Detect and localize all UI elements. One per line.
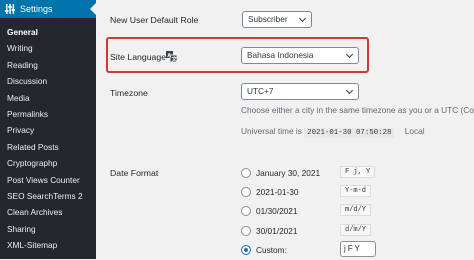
- date-format-option-label: 01/30/2021: [256, 206, 298, 216]
- radio-button[interactable]: [241, 187, 251, 197]
- date-format-code: F j, Y: [340, 166, 376, 178]
- sidebar-settings-label: Settings: [20, 4, 53, 14]
- translate-icon: A 文: [166, 51, 177, 62]
- date-format-code: d/m/Y: [340, 224, 372, 236]
- date-format-option-label: January 30, 2021: [256, 168, 321, 178]
- site-language-select[interactable]: Bahasa Indonesia: [241, 47, 359, 64]
- sidebar-item-clean-archives[interactable]: Clean Archives: [0, 204, 96, 220]
- sidebar-item-related-posts[interactable]: Related Posts: [0, 139, 96, 155]
- sidebar-item-post-views-counter[interactable]: Post Views Counter: [0, 172, 96, 188]
- site-language-value: Bahasa Indonesia: [247, 50, 314, 60]
- chevron-down-icon: [298, 14, 307, 23]
- radio-button-checked[interactable]: [241, 245, 251, 255]
- current-menu-arrow: [90, 3, 96, 15]
- sidebar-item-discussion[interactable]: Discussion: [0, 73, 96, 89]
- admin-sidebar: Settings General Writing Reading Discuss…: [0, 0, 96, 259]
- universal-time-row: Universal time is 2021-01-30 07:50:28 Lo…: [241, 126, 425, 138]
- timezone-value: UTC+7: [247, 86, 274, 96]
- custom-date-format-input[interactable]: j F Y: [340, 241, 376, 257]
- default-role-select[interactable]: Subscriber: [242, 11, 312, 28]
- chevron-down-icon: [345, 50, 354, 59]
- date-format-option-label: 30/01/2021: [256, 226, 298, 236]
- sidebar-item-reading[interactable]: Reading: [0, 57, 96, 73]
- timezone-select[interactable]: UTC+7: [241, 83, 359, 100]
- custom-format-label: Custom:: [256, 245, 287, 255]
- timezone-description: Choose either a city in the same timezon…: [241, 105, 474, 115]
- radio-button[interactable]: [241, 168, 251, 178]
- site-language-label: Site Language: [110, 52, 167, 62]
- universal-time-value: 2021-01-30 07:50:28: [304, 128, 395, 138]
- sidebar-item-permalinks[interactable]: Permalinks: [0, 106, 96, 122]
- sidebar-item-media[interactable]: Media: [0, 90, 96, 106]
- radio-button[interactable]: [241, 226, 251, 236]
- default-role-label: New User Default Role: [110, 15, 199, 25]
- sidebar-item-xml-sitemap[interactable]: XML-Sitemap: [0, 237, 96, 253]
- date-format-code: m/d/Y: [340, 204, 372, 216]
- date-format-label: Date Format: [110, 168, 159, 178]
- settings-submenu: General Writing Reading Discussion Media…: [0, 24, 96, 253]
- timezone-label: Timezone: [110, 88, 148, 98]
- chevron-down-icon: [345, 86, 354, 95]
- local-time-prefix: Local: [404, 126, 425, 136]
- sidebar-item-privacy[interactable]: Privacy: [0, 122, 96, 138]
- universal-time-prefix: Universal time is: [241, 126, 302, 136]
- svg-text:文: 文: [172, 55, 178, 62]
- date-format-option-label: 2021-01-30: [256, 187, 299, 197]
- sidebar-item-seo-searchterms[interactable]: SEO SearchTerms 2: [0, 188, 96, 204]
- date-format-code: Y-m-d: [340, 185, 372, 197]
- settings-sliders-icon: [5, 4, 16, 14]
- sidebar-item-sharing[interactable]: Sharing: [0, 221, 96, 237]
- sidebar-item-cryptographp[interactable]: Cryptographp: [0, 155, 96, 171]
- sidebar-item-writing[interactable]: Writing: [0, 40, 96, 56]
- default-role-value: Subscriber: [248, 14, 288, 24]
- sidebar-settings-menu[interactable]: Settings: [0, 0, 96, 18]
- sidebar-item-general[interactable]: General: [0, 24, 96, 40]
- radio-button[interactable]: [241, 206, 251, 216]
